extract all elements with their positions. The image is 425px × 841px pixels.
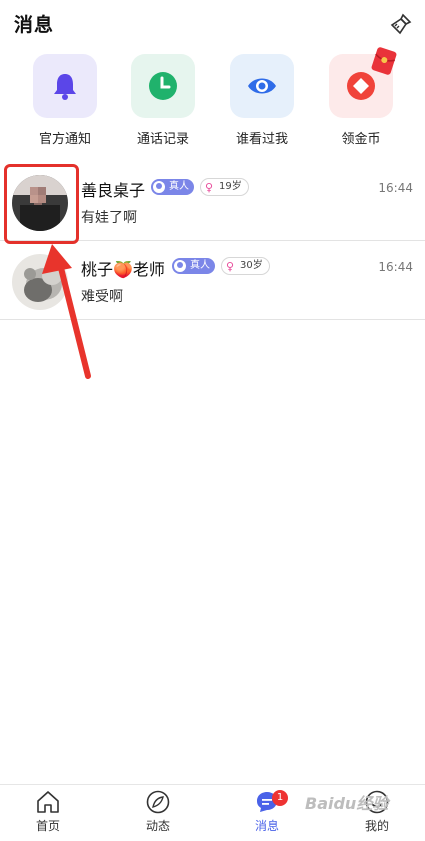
tab-messages[interactable]: 消息 <box>227 789 307 834</box>
contact-name: 善良桌子 <box>81 181 146 200</box>
age-badge: ♀ 19岁 <box>200 178 249 196</box>
quick-label: 通话记录 <box>136 132 189 147</box>
message-time: 16:44 <box>378 260 413 274</box>
quick-who-viewed-me[interactable]: 谁看过我 <box>217 54 307 147</box>
eye-icon <box>230 54 294 118</box>
unread-badge: 1 <box>272 790 288 806</box>
message-preview: 有娃了啊 <box>81 210 137 226</box>
header: 消息 <box>0 0 425 46</box>
tab-moments[interactable]: 动态 <box>118 789 198 834</box>
real-person-badge: 真人 <box>172 258 215 274</box>
home-icon <box>35 789 61 815</box>
female-icon: ♀ <box>226 260 235 273</box>
real-person-icon <box>153 181 165 193</box>
female-icon: ♀ <box>205 181 214 194</box>
quick-official-notice[interactable]: 官方通知 <box>20 54 110 147</box>
age-badge: ♀ 30岁 <box>221 257 270 275</box>
quick-call-records[interactable]: 通话记录 <box>118 54 208 147</box>
bell-icon <box>33 54 97 118</box>
coin-icon <box>329 47 397 118</box>
tab-label: 我的 <box>364 819 389 833</box>
tab-home[interactable]: 首页 <box>8 789 88 834</box>
clock-icon <box>131 54 195 118</box>
message-time: 16:44 <box>378 181 413 195</box>
clear-broom-icon[interactable] <box>389 12 413 36</box>
compass-icon <box>145 789 171 815</box>
quick-label: 领金币 <box>341 132 381 147</box>
watermark: Baidu经验 <box>305 794 389 813</box>
tab-label: 动态 <box>145 819 170 833</box>
real-person-badge: 真人 <box>151 179 194 195</box>
quick-actions: 官方通知 通话记录 谁看过我 领金币 <box>0 47 425 154</box>
real-person-icon <box>174 260 186 272</box>
avatar-highlight-box <box>4 164 79 244</box>
quick-get-coins[interactable]: 领金币 <box>316 47 406 147</box>
tab-label: 消息 <box>254 819 279 833</box>
quick-label: 官方通知 <box>38 132 91 147</box>
quick-label: 谁看过我 <box>235 132 288 147</box>
annotation-arrow-icon <box>42 244 91 379</box>
tab-label: 首页 <box>35 819 60 833</box>
page-title: 消息 <box>14 14 55 36</box>
